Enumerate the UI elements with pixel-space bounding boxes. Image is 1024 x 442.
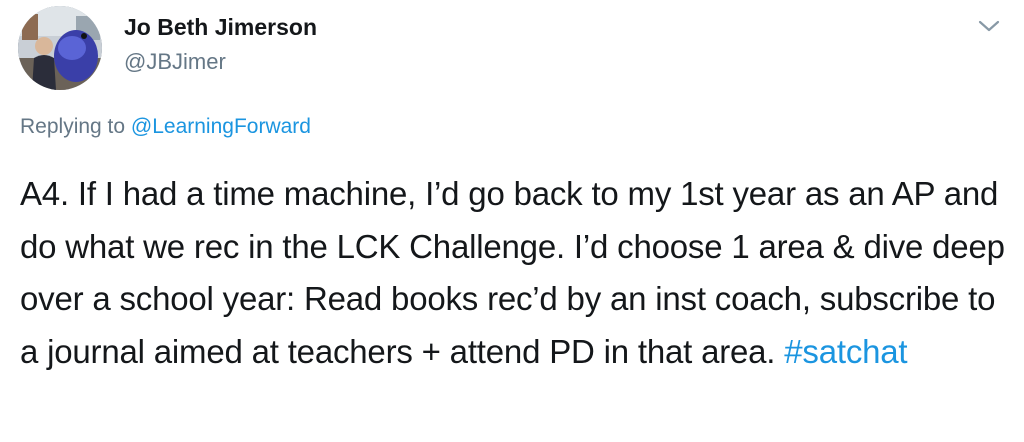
author-block: Jo Beth Jimerson @JBJimer xyxy=(124,12,317,77)
profile-photo xyxy=(18,6,102,90)
replying-to-line: Replying to @LearningForward xyxy=(20,112,311,142)
tweet-text: A4. If I had a time machine, I’d go back… xyxy=(20,168,1010,378)
avatar[interactable] xyxy=(18,6,102,90)
replying-to-label: Replying to xyxy=(20,115,126,138)
chevron-down-icon[interactable] xyxy=(976,16,1002,36)
tweet-card: Jo Beth Jimerson @JBJimer Replying to @L… xyxy=(0,0,1024,442)
user-handle[interactable]: @JBJimer xyxy=(124,47,317,77)
display-name[interactable]: Jo Beth Jimerson xyxy=(124,12,317,42)
hashtag-link[interactable]: #satchat xyxy=(784,333,907,370)
reply-mention-link[interactable]: @LearningForward xyxy=(131,115,311,138)
